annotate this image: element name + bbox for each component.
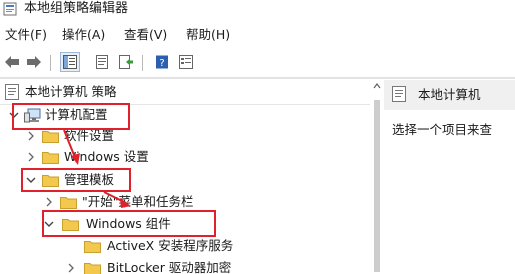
menu-help[interactable]: 帮助(H) xyxy=(186,27,230,43)
chevron-down-icon xyxy=(26,177,36,183)
folder-icon xyxy=(84,241,101,253)
folder-icon xyxy=(42,175,59,187)
tree-item-activex[interactable]: ActiveX 安装程序服务 xyxy=(0,236,370,257)
tree-item-windows-components[interactable]: Windows 组件 xyxy=(0,214,370,235)
menu-file[interactable]: 文件(F) xyxy=(5,27,47,43)
toolbar-separator xyxy=(142,55,143,71)
tree-item-label: 管理模板 xyxy=(64,172,115,187)
folder-icon xyxy=(62,219,79,231)
back-arrow-icon xyxy=(5,56,19,68)
menu-action[interactable]: 操作(A) xyxy=(62,27,105,43)
back-button[interactable] xyxy=(2,52,22,72)
tree-item-label: "开始"菜单和任务栏 xyxy=(82,194,194,209)
tree-item-label: 软件设置 xyxy=(64,128,115,143)
folder-icon xyxy=(84,263,101,274)
tree-item-label: ActiveX 安装程序服务 xyxy=(107,238,234,253)
forward-button[interactable] xyxy=(24,52,44,72)
menu-view[interactable]: 查看(V) xyxy=(124,27,167,43)
tree-item-label: Windows 组件 xyxy=(86,216,171,231)
tree-item-label: 计算机配置 xyxy=(45,107,108,122)
tree-root[interactable]: 本地计算机 策略 xyxy=(0,80,370,105)
show-hide-tree-button[interactable] xyxy=(60,52,80,72)
chevron-down-icon xyxy=(9,112,19,118)
tree-item-label: Windows 设置 xyxy=(64,149,149,164)
tree-scrollbar[interactable] xyxy=(372,80,382,274)
chevron-right-icon xyxy=(46,197,52,207)
details-pane: 本地计算机 选择一个项目来查 xyxy=(384,80,515,274)
toolbar-separator xyxy=(50,55,51,71)
scroll-thumb[interactable] xyxy=(374,100,380,272)
chevron-right-icon xyxy=(28,131,34,141)
toolbar-divider xyxy=(0,77,515,79)
export-list-button[interactable] xyxy=(116,52,136,72)
scroll-up-icon[interactable] xyxy=(373,82,381,90)
details-header: 本地计算机 xyxy=(384,80,515,110)
filter-view-button[interactable] xyxy=(176,52,196,72)
show-hide-tree-icon xyxy=(63,55,77,69)
title-bar: 本地组策略编辑器 xyxy=(0,0,515,22)
policy-editor-icon xyxy=(3,2,17,16)
chevron-right-icon xyxy=(28,152,34,162)
tree-root-label: 本地计算机 策略 xyxy=(25,84,117,99)
tree-pane: 本地计算机 策略 计算机配置 软件设置 Windows 设置 管理模板 "开始"… xyxy=(0,80,370,274)
menu-bar: 文件(F) 操作(A) 查看(V) 帮助(H) xyxy=(0,25,515,47)
computer-icon xyxy=(24,108,41,123)
svg-text:?: ? xyxy=(159,58,164,69)
chevron-right-icon xyxy=(68,263,74,273)
export-list-icon xyxy=(119,55,133,69)
tree-item-bitlocker[interactable]: BitLocker 驱动器加密 xyxy=(0,258,370,274)
details-header-title: 本地计算机 xyxy=(418,87,481,102)
properties-button[interactable] xyxy=(92,52,112,72)
chevron-down-icon xyxy=(44,221,54,227)
tree-item-start-menu-taskbar[interactable]: "开始"菜单和任务栏 xyxy=(0,192,370,213)
toolbar: ? xyxy=(0,50,515,76)
help-icon: ? xyxy=(156,55,168,69)
tree-item-computer-config[interactable]: 计算机配置 xyxy=(0,105,370,126)
filter-view-icon xyxy=(179,55,193,69)
properties-sheet-icon xyxy=(96,55,108,69)
folder-icon xyxy=(42,131,59,143)
folder-icon xyxy=(42,152,59,164)
policy-document-icon xyxy=(5,84,19,100)
tree-item-label: BitLocker 驱动器加密 xyxy=(107,260,232,274)
window-title: 本地组策略编辑器 xyxy=(24,1,129,16)
help-button[interactable]: ? xyxy=(152,52,172,72)
tree-item-windows-settings[interactable]: Windows 设置 xyxy=(0,147,370,168)
policy-document-icon xyxy=(392,86,406,102)
forward-arrow-icon xyxy=(27,56,41,68)
folder-icon xyxy=(60,197,77,209)
tree-item-admin-templates[interactable]: 管理模板 xyxy=(0,170,370,191)
details-body-text: 选择一个项目来查 xyxy=(392,122,493,137)
tree-item-software-settings[interactable]: 软件设置 xyxy=(0,126,370,147)
